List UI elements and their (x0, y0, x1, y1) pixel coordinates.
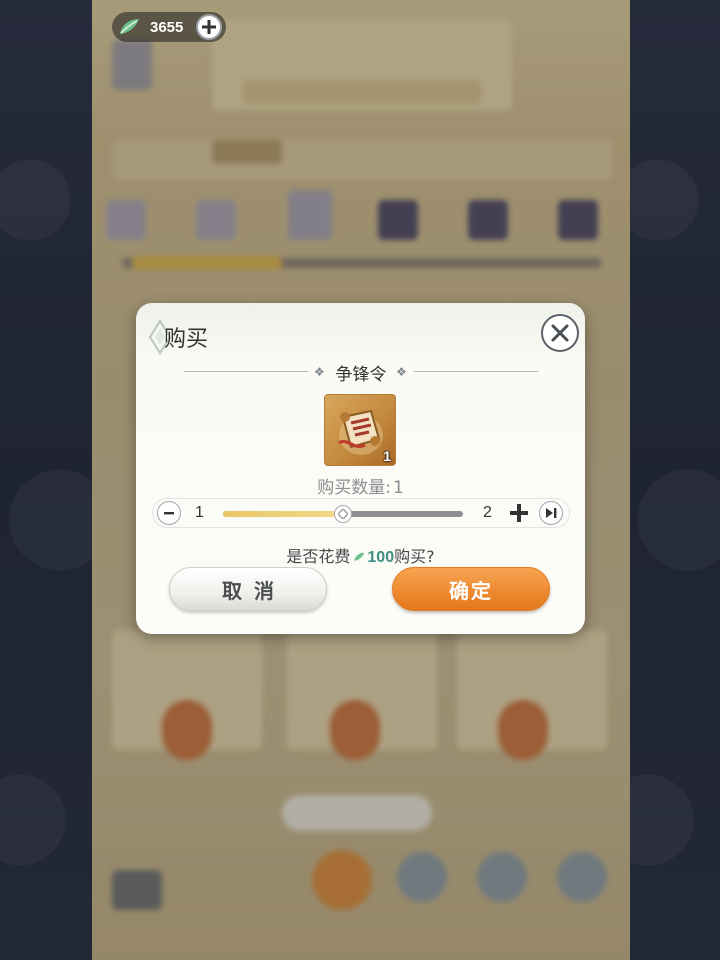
currency-amount: 3655 (150, 18, 184, 36)
confirm-label: 确定 (449, 578, 493, 603)
confirm-button[interactable]: 确定 (392, 567, 550, 611)
quantity-label-text: 购买数量: (317, 478, 391, 498)
currency-display: 3655 (112, 12, 226, 42)
thumb-diamond-icon (338, 509, 348, 519)
close-icon (551, 324, 569, 342)
quantity-value: 1 (392, 478, 404, 498)
item-icon: 1 (324, 394, 396, 466)
minus-icon (164, 512, 174, 515)
slider-max-value: 2 (483, 504, 492, 521)
increase-button[interactable] (507, 501, 531, 525)
right-frame (628, 0, 720, 960)
skip-to-end-icon (546, 508, 557, 518)
item-name: 争锋令 (335, 365, 387, 385)
cost-confirmation: 是否花费 100购买? (136, 543, 585, 567)
jade-leaf-icon (116, 14, 142, 40)
diamond-icon: ❖ (396, 365, 407, 379)
confirm-suffix: 购买? (394, 547, 435, 566)
confirm-prefix: 是否花费 (286, 547, 351, 566)
dialog-title: 购买 (164, 327, 209, 352)
quantity-slider[interactable] (223, 505, 463, 523)
close-button[interactable] (541, 314, 579, 352)
plus-icon (510, 504, 528, 522)
purchase-dialog: 购买 ❖ 争锋令 ❖ 1 购买数量: 1 1 2 是否花费 100购买? 取消 … (136, 303, 585, 634)
cancel-label: 取消 (222, 578, 286, 603)
quantity-slider-row: 1 2 (152, 498, 570, 528)
quantity-label: 购买数量: 1 (136, 473, 585, 498)
divider (414, 371, 538, 372)
left-frame (0, 0, 92, 960)
decrease-button[interactable] (157, 501, 181, 525)
item-title-row: ❖ 争锋令 ❖ (176, 359, 546, 385)
max-quantity-button[interactable] (539, 501, 563, 525)
slider-thumb[interactable] (334, 505, 352, 523)
slider-fill (223, 511, 343, 517)
item-count-badge: 1 (383, 448, 391, 464)
jade-leaf-icon (352, 549, 366, 563)
add-currency-button[interactable] (196, 14, 222, 40)
cost-amount: 100 (367, 549, 395, 566)
slider-min-value: 1 (195, 504, 204, 521)
plus-icon (202, 20, 216, 34)
cancel-button[interactable]: 取消 (169, 567, 327, 611)
